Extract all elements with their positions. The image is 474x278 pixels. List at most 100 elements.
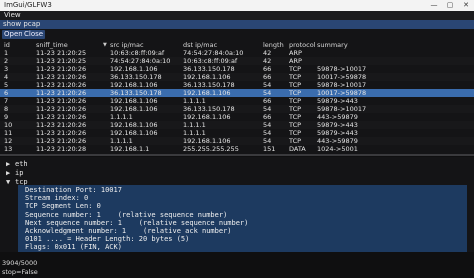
- table-cell: 11-23 21:20:26: [36, 97, 87, 105]
- minimize-icon[interactable]: —: [426, 0, 442, 11]
- table-cell: 11-23 21:20:26: [36, 89, 87, 97]
- table-cell: 54: [263, 81, 272, 89]
- table-cell: 10:63:c8:ff:09:af: [183, 57, 238, 65]
- col-id-header[interactable]: id: [4, 41, 34, 49]
- table-cell: 36.133.150.178: [110, 73, 162, 81]
- close-icon[interactable]: ✕: [458, 0, 474, 11]
- packet-detail-tree: ▶ eth ▶ ip ▼ tcp Destination Port: 10017 Strea…: [0, 157, 474, 252]
- maximize-icon[interactable]: ▢: [442, 0, 458, 11]
- table-cell: 192.168.1.1: [110, 145, 150, 153]
- col-sniff-time-header[interactable]: sniff_time: [36, 41, 108, 49]
- table-cell: 1.1.1.1: [110, 137, 133, 145]
- col-length-header[interactable]: length: [263, 41, 287, 49]
- table-cell: DATA: [289, 145, 306, 153]
- table-cell: 11-23 21:20:26: [36, 81, 87, 89]
- close-button[interactable]: Close: [22, 30, 46, 39]
- table-row[interactable]: 5 11-23 21:20:26 192.168.1.106 36.133.150.1…: [0, 81, 474, 89]
- table-cell: ARP: [289, 49, 302, 57]
- table-row[interactable]: 13 11-23 21:20:28 192.168.1.1 255.255.255.2…: [0, 145, 474, 153]
- table-row[interactable]: 2 11-23 21:20:25 74:54:27:84:0a:10 10:63:c8…: [0, 57, 474, 65]
- table-cell: 192.168.1.106: [110, 65, 158, 73]
- tcp-field-line: Destination Port: 10017: [25, 186, 122, 194]
- table-cell: 36.133.150.178: [183, 105, 235, 113]
- col-summary-header[interactable]: summary: [317, 41, 407, 49]
- table-cell: TCP: [289, 121, 302, 129]
- col-dst-header[interactable]: dst ip/mac: [183, 41, 261, 49]
- table-cell: 12: [4, 137, 13, 145]
- table-cell: 1024->5001: [317, 145, 358, 153]
- table-cell: 36.133.150.178: [183, 65, 235, 73]
- table-row[interactable]: 1 11-23 21:20:25 10:63:c8:ff:09:af 74:54:27…: [0, 49, 474, 57]
- table-cell: 13: [4, 145, 13, 153]
- table-cell: 11-23 21:20:26: [36, 105, 87, 113]
- col-protocol-header[interactable]: protocol: [289, 41, 317, 49]
- table-cell: 59879->443: [317, 97, 358, 105]
- app-title: ImGui/GLFW3: [4, 1, 52, 9]
- expanded-arrow-icon[interactable]: ▼: [6, 178, 15, 186]
- packet-table: id sniff_time src ip/mac dst ip/mac length pr…: [0, 41, 474, 154]
- collapsed-arrow-icon[interactable]: ▶: [6, 160, 15, 168]
- table-cell: 74:54:27:84:0a:10: [110, 57, 171, 65]
- table-row[interactable]: 3 11-23 21:20:26 192.168.1.106 36.133.150.1…: [0, 65, 474, 73]
- table-cell: 9: [4, 113, 9, 121]
- table-cell: 10017->59878: [317, 73, 367, 81]
- tcp-field-line: 0101 .... = Header Length: 20 bytes (5): [25, 235, 190, 244]
- table-row-selected[interactable]: 6 11-23 21:20:26 36.133.150.178 192.168.1.1…: [0, 89, 474, 97]
- tree-node-label: eth: [15, 160, 28, 168]
- table-cell: 11-23 21:20:25: [36, 49, 87, 57]
- table-cell: TCP: [289, 81, 302, 89]
- table-cell: 1.1.1.1: [183, 97, 206, 105]
- tcp-field-line: Acknowledgment number: 1 (relative ack n…: [25, 227, 232, 235]
- table-row[interactable]: 11 11-23 21:20:26 192.168.1.106 1.1.1.1 54 TC…: [0, 129, 474, 137]
- table-cell: 54: [263, 105, 272, 113]
- table-cell: TCP: [289, 89, 302, 97]
- collapsed-arrow-icon[interactable]: ▶: [6, 169, 15, 177]
- table-cell: TCP: [289, 73, 302, 81]
- table-cell: 11-23 21:20:28: [36, 145, 87, 153]
- table-cell: 1: [4, 49, 9, 57]
- menu-bar: View: [0, 11, 474, 20]
- table-cell: 192.168.1.106: [183, 137, 231, 145]
- table-cell: 151: [263, 145, 276, 153]
- table-row[interactable]: 10 11-23 21:20:26 192.168.1.106 1.1.1.1 54 TC…: [0, 121, 474, 129]
- table-cell: 59878->10017: [317, 105, 367, 113]
- tree-node-label: ip: [15, 169, 24, 177]
- table-cell: 192.168.1.106: [183, 113, 231, 121]
- table-row[interactable]: 8 11-23 21:20:26 192.168.1.106 36.133.150.1…: [0, 105, 474, 113]
- table-cell: 59879->443: [317, 121, 358, 129]
- table-cell: 10: [4, 121, 13, 129]
- table-cell: 36.133.150.178: [183, 81, 235, 89]
- table-cell: 1.1.1.1: [183, 129, 206, 137]
- app-titlebar: ImGui/GLFW3 — ▢ ✕: [0, 0, 474, 11]
- table-cell: 54: [263, 129, 272, 137]
- table-row[interactable]: 9 11-23 21:20:26 1.1.1.1 192.168.1.106 66 TCP…: [0, 113, 474, 121]
- table-cell: 192.168.1.106: [110, 97, 158, 105]
- table-cell: 1.1.1.1: [110, 113, 133, 121]
- tree-node-ip[interactable]: ▶ ip: [6, 169, 23, 177]
- table-cell: 11-23 21:20:26: [36, 137, 87, 145]
- table-cell: 74:54:27:84:0a:10: [183, 49, 244, 57]
- table-cell: 6: [4, 89, 9, 97]
- menu-view[interactable]: View: [4, 11, 21, 20]
- table-cell: 11-23 21:20:26: [36, 129, 87, 137]
- table-cell: 66: [263, 65, 272, 73]
- table-cell: 66: [263, 113, 272, 121]
- table-cell: 10:63:c8:ff:09:af: [110, 49, 165, 57]
- table-cell: 66: [263, 97, 272, 105]
- table-cell: 192.168.1.106: [183, 73, 231, 81]
- table-row[interactable]: 4 11-23 21:20:26 36.133.150.178 192.168.1.1…: [0, 73, 474, 81]
- table-cell: 11-23 21:20:26: [36, 113, 87, 121]
- table-cell: TCP: [289, 113, 302, 121]
- tcp-field-line: Flags: 0x011 (FIN, ACK): [25, 243, 122, 252]
- pane-divider[interactable]: [0, 154, 474, 156]
- tree-node-eth[interactable]: ▶ eth: [6, 160, 28, 168]
- table-cell: 54: [263, 89, 272, 97]
- table-cell: 11: [4, 129, 13, 137]
- table-row[interactable]: 7 11-23 21:20:26 192.168.1.106 1.1.1.1 66 TCP…: [0, 97, 474, 105]
- table-header: id sniff_time src ip/mac dst ip/mac length pr…: [0, 41, 474, 49]
- pcap-window-titlebar[interactable]: show pcap: [0, 20, 474, 29]
- progress-text: 3904/5000: [2, 259, 38, 267]
- table-row[interactable]: 12 11-23 21:20:26 1.1.1.1 192.168.1.106 54 TC…: [0, 137, 474, 145]
- col-src-header[interactable]: src ip/mac: [110, 41, 182, 49]
- table-cell: 59878->10017: [317, 81, 367, 89]
